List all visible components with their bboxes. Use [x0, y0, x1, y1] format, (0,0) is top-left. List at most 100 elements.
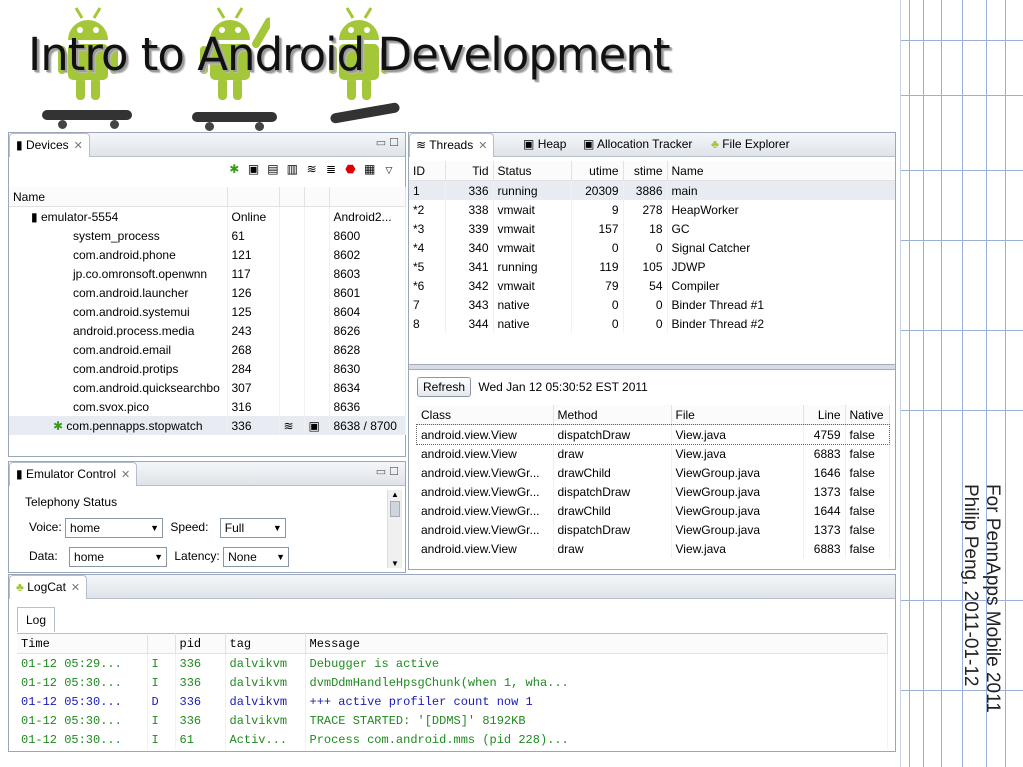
col-pid: pid — [175, 633, 226, 654]
table-row[interactable]: *6 342 vmwait 79 54 Compiler — [409, 276, 895, 295]
skateboard-wheel — [255, 122, 264, 131]
dropdown-arrow-icon: ▼ — [150, 523, 160, 533]
voice-speed-row: Voice: home ▼ Speed: Full ▼ — [29, 518, 286, 538]
close-icon[interactable]: ✕ — [74, 140, 83, 152]
col-tag: tag — [225, 633, 306, 654]
tab-threads[interactable]: ≋ Threads ✕ — [409, 133, 495, 157]
dropdown-arrow-icon: ▼ — [272, 523, 282, 533]
table-row-emulator[interactable]: ▮ emulator-5554 Online Android2... — [9, 206, 406, 226]
tab-heap[interactable]: ▣ Heap — [517, 133, 572, 156]
table-row[interactable]: android.view.ViewGr... drawChild ViewGroup… — [417, 501, 890, 520]
update-threads-icon[interactable]: ≋ — [304, 161, 320, 177]
threads-icon: ≋ — [279, 416, 305, 435]
tab-devices[interactable]: ▮ Devices ✕ — [9, 133, 90, 157]
table-row[interactable]: com.android.email 268 8628 — [9, 340, 406, 359]
col-method: Method — [553, 405, 672, 425]
col-native: Native — [845, 405, 890, 425]
devices-header-name: Name — [9, 187, 228, 207]
table-row-selected[interactable]: android.view.View dispatchDraw View.java 47… — [416, 423, 890, 445]
stack-trace-table: Class Method File Line Native android.vi… — [416, 405, 890, 558]
tab-allocation-tracker[interactable]: ▣ Allocation Tracker — [577, 133, 698, 156]
tab-log[interactable]: Log — [17, 607, 56, 632]
logcat-panel: ♣ LogCat ✕ Log Time pid tag Message 01-12… — [8, 574, 896, 752]
debug-bug-icon[interactable]: ✱ — [226, 161, 242, 177]
table-row[interactable]: *5 341 running 119 105 JDWP — [409, 257, 895, 276]
update-heap-icon[interactable]: ▣ — [246, 161, 262, 177]
table-row[interactable]: android.view.ViewGr... dispatchDraw ViewGr… — [417, 482, 890, 501]
close-icon[interactable]: ✕ — [478, 140, 487, 152]
table-row[interactable]: 01-12 05:29... I 336 dalvikvm Debugger is ac… — [17, 653, 888, 673]
close-icon[interactable]: ✕ — [71, 582, 80, 594]
latency-select[interactable]: None ▼ — [223, 547, 290, 567]
table-row[interactable]: android.view.ViewGr... dispatchDraw ViewGr… — [417, 520, 890, 539]
cause-gc-icon[interactable]: ▥ — [284, 161, 300, 177]
skateboard-wheel — [58, 120, 67, 129]
table-row[interactable]: android.view.ViewGr... drawChild ViewGroup… — [417, 463, 890, 482]
table-row-selected[interactable]: ✱ com.pennapps.stopwatch 336 ≋ ▣ 8638 / … — [9, 416, 406, 435]
table-row[interactable]: com.svox.pico 316 8636 — [9, 397, 406, 416]
table-row[interactable]: com.android.protips 284 8630 — [9, 359, 406, 378]
table-row[interactable]: *2 338 vmwait 9 278 HeapWorker — [409, 200, 895, 219]
table-row[interactable]: android.view.View draw View.java 6883 false — [417, 539, 890, 558]
data-select[interactable]: home ▼ — [69, 547, 168, 567]
emulator-icon: ▮ — [16, 467, 23, 481]
speed-select[interactable]: Full ▼ — [219, 518, 286, 538]
devices-table: Name ▮ emulator-5554 Online Android2... … — [9, 187, 406, 435]
view-menu-icon[interactable]: ▽ — [381, 162, 397, 178]
col-message: Message — [305, 633, 888, 654]
col-class: Class — [417, 405, 554, 425]
col-name: Name — [667, 161, 895, 181]
table-row[interactable]: com.android.quicksearchbo 307 8634 — [9, 378, 406, 397]
heap-icon: ▣ — [304, 416, 330, 435]
emulator-scrollbar[interactable]: ▲ ▼ — [387, 490, 402, 568]
minimize-maximize-icon[interactable]: ▭ ☐ — [376, 136, 399, 149]
col-file: File — [671, 405, 804, 425]
table-row[interactable]: jp.co.omronsoft.openwnn 117 8603 — [9, 264, 406, 283]
debug-bug-icon: ✱ — [53, 418, 64, 433]
devices-panel: ▮ Devices ✕ ▭ ☐ ✱ ▣ ▤ ▥ ≋ ≣ ⬣ ▦ ▽ Name ▮ … — [8, 132, 406, 457]
tab-emulator-control[interactable]: ▮ Emulator Control ✕ — [9, 462, 138, 486]
table-row[interactable]: *4 340 vmwait 0 0 Signal Catcher — [409, 238, 895, 257]
skateboard-wheel — [205, 122, 214, 131]
tab-logcat[interactable]: ♣ LogCat ✕ — [9, 575, 88, 599]
table-row[interactable]: 01-12 05:30... D 336 dalvikvm +++ active pro… — [17, 692, 888, 711]
method-profiling-icon[interactable]: ≣ — [323, 161, 339, 177]
dump-hprof-icon[interactable]: ▤ — [265, 161, 281, 177]
refresh-button[interactable]: Refresh — [417, 377, 472, 397]
table-row[interactable]: android.view.View draw View.java 6883 false — [417, 444, 890, 463]
table-row[interactable]: *3 339 vmwait 157 18 GC — [409, 219, 895, 238]
table-row[interactable]: 01-12 05:30... I 336 dalvikvm TRACE STARTED:… — [17, 711, 888, 730]
slide-title: Intro to Android Development — [28, 28, 670, 81]
col-utime: utime — [571, 161, 624, 181]
stop-process-icon[interactable]: ⬣ — [342, 161, 358, 177]
table-row[interactable]: com.android.systemui 125 8604 — [9, 302, 406, 321]
logcat-table: Time pid tag Message 01-12 05:29... I 336 d… — [17, 633, 888, 749]
threads-table: ID Tid Status utime stime Name 1 336 runni… — [409, 161, 895, 333]
skateboard-2-icon — [192, 112, 277, 122]
emulator-icon: ▮ — [31, 209, 38, 224]
table-row[interactable]: com.android.phone 121 8602 — [9, 245, 406, 264]
table-row[interactable]: 01-12 05:30... I 336 dalvikvm dvmDdmHandleHp… — [17, 673, 888, 692]
col-line: Line — [803, 405, 846, 425]
voice-select[interactable]: home ▼ — [65, 518, 164, 538]
table-row[interactable]: system_process 61 8600 — [9, 226, 406, 245]
table-row[interactable]: android.process.media 243 8626 — [9, 321, 406, 340]
minimize-maximize-icon[interactable]: ▭ ☐ — [376, 465, 399, 478]
col-time: Time — [17, 633, 148, 654]
table-row-selected[interactable]: 1 336 running 20309 3886 main — [409, 180, 895, 200]
telephony-status-label: Telephony Status — [25, 495, 118, 509]
splitter[interactable] — [409, 364, 895, 370]
table-row[interactable]: 01-12 05:30... I 61 Activ... Process com.and… — [17, 730, 888, 749]
devices-tabbar: ▮ Devices ✕ ▭ ☐ — [9, 133, 405, 157]
screen-capture-icon[interactable]: ▦ — [362, 161, 378, 177]
table-row[interactable]: 7 343 native 0 0 Binder Thread #1 — [409, 295, 895, 314]
table-row[interactable]: com.android.launcher 126 8601 — [9, 283, 406, 302]
slide-credit: For PennApps Mobile 2011 Philip Peng, 20… — [959, 484, 1003, 713]
dropdown-arrow-icon: ▼ — [276, 552, 286, 562]
table-row[interactable]: 8 344 native 0 0 Binder Thread #2 — [409, 314, 895, 333]
stack-timestamp: Wed Jan 12 05:30:52 EST 2011 — [478, 380, 648, 394]
tab-file-explorer[interactable]: ♣ File Explorer — [705, 133, 796, 156]
close-icon[interactable]: ✕ — [121, 469, 130, 481]
data-latency-row: Data: home ▼ Latency: None ▼ — [29, 547, 290, 567]
threads-panel: ≋ Threads ✕ ▣ Heap ▣ Allocation Tracker ♣… — [408, 132, 896, 570]
